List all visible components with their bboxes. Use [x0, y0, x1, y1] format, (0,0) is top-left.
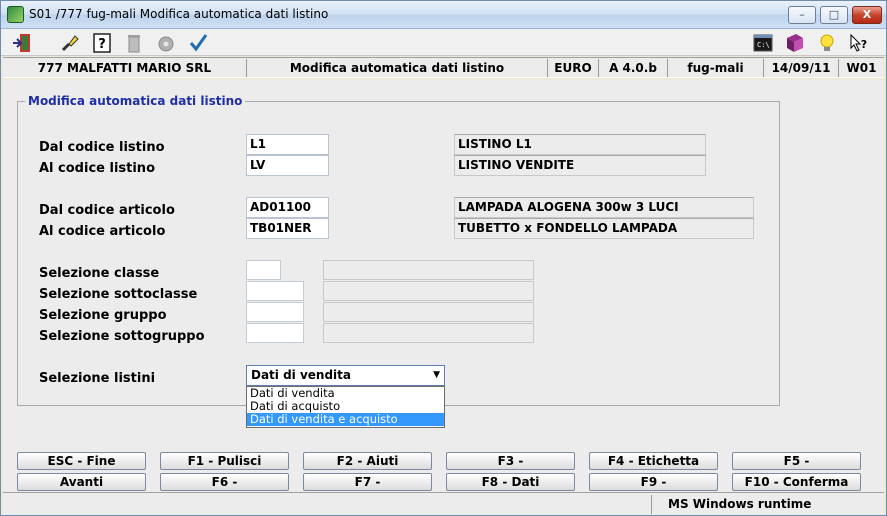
al-listino-desc: LISTINO VENDITE	[454, 155, 706, 176]
trash-icon[interactable]	[123, 32, 145, 54]
book-icon[interactable]	[784, 32, 806, 54]
dal-articolo-desc: LAMPADA ALOGENA 300w 3 LUCI	[454, 197, 754, 218]
app-icon	[7, 6, 24, 23]
close-button[interactable]: X	[852, 6, 882, 24]
esc-button[interactable]: ESC - Fine	[17, 452, 146, 470]
listini-selected-value: Dati di vendita	[251, 368, 352, 382]
group-title: Modifica automatica dati listino	[25, 94, 246, 108]
f8-button[interactable]: F8 - Dati	[446, 473, 575, 491]
listini-label: Selezione listini	[39, 371, 156, 386]
f10-button[interactable]: F10 - Conferma	[732, 473, 861, 491]
al-articolo-input[interactable]: TB01NER	[246, 218, 329, 239]
exit-icon[interactable]	[11, 32, 33, 54]
sottoclasse-label: Selezione sottoclasse	[39, 287, 198, 302]
dal-listino-label: Dal codice listino	[39, 140, 165, 155]
console-icon[interactable]: C:\	[752, 32, 774, 54]
workstation: W01	[846, 61, 877, 75]
window-title: S01 /777 fug-mali Modifica automatica da…	[29, 7, 329, 21]
listini-dropdown: Dati di vendita Dati di acquisto Dati di…	[246, 386, 445, 428]
version: A 4.0.b	[599, 59, 668, 77]
maximize-button[interactable]: □	[820, 6, 848, 24]
al-articolo-label: Al codice articolo	[39, 224, 166, 239]
al-listino-label: Al codice listino	[39, 161, 155, 176]
gruppo-label: Selezione gruppo	[39, 308, 167, 323]
check-icon[interactable]	[187, 32, 209, 54]
gruppo-desc	[323, 302, 534, 322]
runtime-label: MS Windows runtime	[651, 495, 884, 514]
currency: EURO	[548, 59, 599, 77]
listini-select[interactable]: Dati di vendita ▼	[246, 365, 445, 386]
f3-button[interactable]: F3 -	[446, 452, 575, 470]
gruppo-input[interactable]	[246, 302, 304, 322]
avanti-button[interactable]: Avanti	[17, 473, 146, 491]
sottogruppo-input[interactable]	[246, 323, 304, 343]
svg-text:?: ?	[98, 37, 106, 52]
f6-button[interactable]: F6 -	[160, 473, 289, 491]
what-is-icon[interactable]: ?	[848, 32, 870, 54]
minimize-button[interactable]: –	[788, 6, 816, 24]
bulb-icon[interactable]	[816, 32, 838, 54]
f5-button[interactable]: F5 -	[732, 452, 861, 470]
title-bar[interactable]: S01 /777 fug-mali Modifica automatica da…	[1, 1, 886, 29]
f7-button[interactable]: F7 -	[303, 473, 432, 491]
dal-listino-input[interactable]: L1	[246, 134, 329, 155]
f2-button[interactable]: F2 - Aiuti	[303, 452, 432, 470]
svg-text:C:\: C:\	[757, 41, 770, 49]
form-area: Modifica automatica dati listino Dal cod…	[3, 80, 884, 447]
settings-icon[interactable]	[155, 32, 177, 54]
classe-label: Selezione classe	[39, 266, 160, 281]
help-icon[interactable]: ?	[91, 32, 113, 54]
user-name: fug-mali	[668, 59, 764, 77]
chevron-down-icon[interactable]: ▼	[433, 366, 440, 385]
f9-button[interactable]: F9 -	[589, 473, 718, 491]
sottogruppo-label: Selezione sottogruppo	[39, 329, 205, 344]
classe-desc	[323, 260, 534, 280]
info-bar: 777 MALFATTI MARIO SRL Modifica automati…	[3, 57, 884, 78]
dal-articolo-input[interactable]: AD01100	[246, 197, 329, 218]
app-window: S01 /777 fug-mali Modifica automatica da…	[0, 0, 887, 516]
sottoclasse-desc	[323, 281, 534, 301]
date: 14/09/11	[764, 59, 839, 77]
sottoclasse-input[interactable]	[246, 281, 304, 301]
function-keys: ESC - Fine F1 - Pulisci F2 - Aiuti F3 - …	[3, 447, 884, 492]
listini-option-highlighted[interactable]: Dati di vendita e acquisto	[247, 413, 444, 426]
classe-input[interactable]	[246, 260, 281, 280]
f4-button[interactable]: F4 - Etichetta	[589, 452, 718, 470]
dal-articolo-label: Dal codice articolo	[39, 203, 175, 218]
dal-listino-desc: LISTINO L1	[454, 134, 706, 155]
company-name: 777 MALFATTI MARIO SRL	[3, 59, 247, 77]
function-name: Modifica automatica dati listino	[247, 59, 548, 77]
toolbar: ? C:\ ?	[1, 29, 886, 56]
f1-button[interactable]: F1 - Pulisci	[160, 452, 289, 470]
sottogruppo-desc	[323, 323, 534, 343]
al-articolo-desc: TUBETTO x FONDELLO LAMPADA	[454, 218, 754, 239]
brush-icon[interactable]	[59, 32, 81, 54]
bottom-status-bar: MS Windows runtime	[3, 492, 884, 515]
svg-text:?: ?	[861, 38, 867, 51]
al-listino-input[interactable]: LV	[246, 155, 329, 176]
